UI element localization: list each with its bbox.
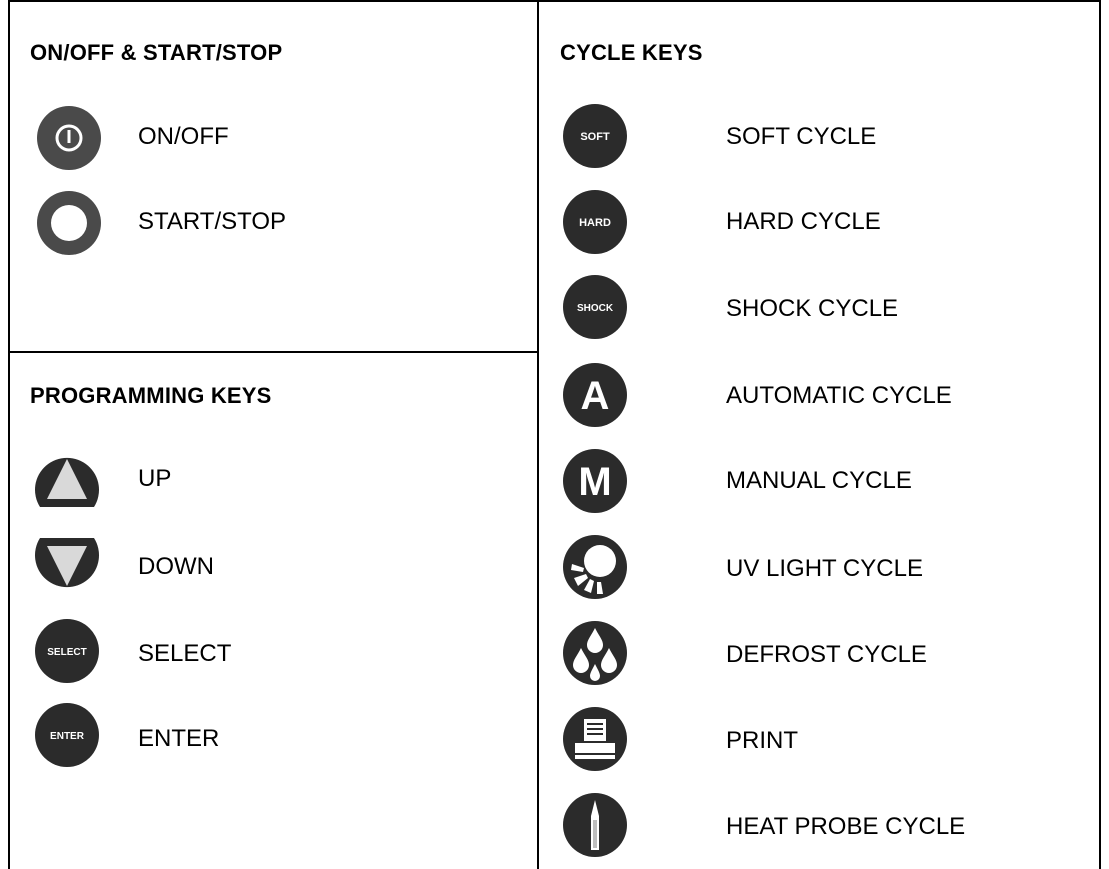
automatic-icon: A xyxy=(562,362,628,428)
enter-icon: ENTER xyxy=(34,702,100,768)
heat-probe-icon xyxy=(562,792,628,858)
table-border-left xyxy=(8,0,10,869)
svg-text:M: M xyxy=(578,460,611,504)
shock-icon: SHOCK xyxy=(562,274,628,340)
svg-text:SELECT: SELECT xyxy=(47,647,86,658)
up-arrow-icon xyxy=(34,447,100,513)
power-label: ON/OFF xyxy=(138,123,229,150)
soft-cycle-label: SOFT CYCLE xyxy=(726,123,877,150)
defrost-icon xyxy=(562,620,628,686)
table-border-top xyxy=(8,0,1101,2)
power-section-heading: ON/OFF & START/STOP xyxy=(30,40,283,65)
svg-text:ENTER: ENTER xyxy=(50,731,85,742)
start-stop-icon xyxy=(36,190,102,256)
programming-section-heading: PROGRAMMING KEYS xyxy=(30,383,272,408)
hard-cycle-label: HARD CYCLE xyxy=(726,208,881,235)
up-label: UP xyxy=(138,465,172,492)
cycle-section-heading: CYCLE KEYS xyxy=(560,40,703,65)
manual-cycle-label: MANUAL CYCLE xyxy=(726,467,912,494)
soft-icon: SOFT xyxy=(562,103,628,169)
down-label: DOWN xyxy=(138,553,214,580)
shock-cycle-label: SHOCK CYCLE xyxy=(726,295,899,322)
hard-icon: HARD xyxy=(562,189,628,255)
print-label: PRINT xyxy=(726,727,798,754)
table-border-right xyxy=(1099,0,1101,869)
svg-text:SHOCK: SHOCK xyxy=(577,303,614,314)
manual-icon: M xyxy=(562,448,628,514)
svg-text:HARD: HARD xyxy=(579,217,611,229)
uv-light-icon xyxy=(562,534,628,600)
enter-label: ENTER xyxy=(138,725,220,752)
defrost-cycle-label: DEFROST CYCLE xyxy=(726,641,927,668)
power-icon xyxy=(36,105,102,171)
table-row-divider xyxy=(8,351,539,353)
select-label: SELECT xyxy=(138,640,232,667)
select-icon: SELECT xyxy=(34,618,100,684)
automatic-cycle-label: AUTOMATIC CYCLE xyxy=(726,382,952,409)
heat-probe-cycle-label: HEAT PROBE CYCLE xyxy=(726,813,966,840)
start-stop-label: START/STOP xyxy=(138,208,287,235)
table-column-divider xyxy=(537,0,539,869)
svg-text:SOFT: SOFT xyxy=(580,131,610,143)
svg-text:A: A xyxy=(581,374,610,418)
print-icon xyxy=(562,706,628,772)
uv-light-cycle-label: UV LIGHT CYCLE xyxy=(726,555,923,582)
down-arrow-icon xyxy=(34,532,100,598)
